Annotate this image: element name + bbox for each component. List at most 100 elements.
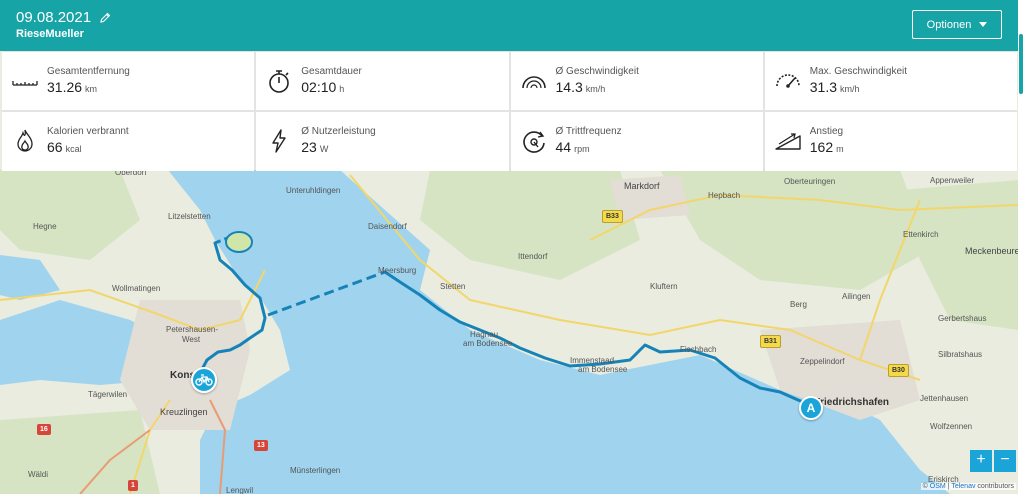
place-label: Appenweiler [930, 176, 975, 185]
stat-value: 66 [47, 139, 63, 155]
stat-label: Gesamtdauer [301, 66, 362, 77]
place-label: West [182, 335, 201, 344]
place-label: Ettenkirch [903, 230, 939, 239]
ruler-icon [12, 81, 38, 86]
place-label: Ailingen [842, 292, 871, 301]
place-label: Münsterlingen [290, 466, 341, 475]
zoom-out-button[interactable]: − [994, 450, 1016, 472]
stat-value: 44 [555, 139, 572, 155]
stat-unit: km/h [585, 84, 606, 94]
place-label: Fischbach [680, 345, 717, 354]
place-label: Lengwil [226, 486, 254, 494]
road-shield: 13 [254, 440, 268, 451]
stat-avg-cadence: Ø Trittfrequenz 44 rpm [510, 112, 763, 171]
place-label: Hepbach [708, 191, 741, 200]
route-end-marker[interactable]: A [799, 396, 823, 420]
stat-incline: Anstieg 162 m [764, 112, 1017, 171]
place-label: Markdorf [624, 181, 660, 191]
place-label: Kluftern [650, 282, 678, 291]
road-shield: 16 [37, 424, 51, 435]
place-label: Ittendorf [518, 252, 548, 261]
stat-unit: km/h [840, 84, 860, 94]
road-shield: 1 [128, 480, 138, 491]
stat-unit: h [339, 84, 345, 94]
ride-title-row: 09.08.2021 [16, 9, 111, 26]
stat-value: 31.26 [47, 79, 83, 95]
place-label: Friedrichshafen [814, 397, 890, 408]
place-label: Meersburg [378, 266, 417, 275]
stat-unit: rpm [574, 144, 590, 154]
ride-stats-grid: Gesamtentfernung 31.26 km Gesamtdauer 02:… [2, 51, 1017, 171]
place-label: Jettenhausen [920, 394, 969, 403]
place-label: Zeppelindorf [800, 357, 845, 366]
speedometer-icon [521, 76, 546, 89]
place-label: Gerbertshaus [938, 314, 987, 323]
osm-link[interactable]: OSM [930, 483, 946, 490]
stopwatch-icon [269, 70, 290, 93]
place-label: Petershausen- [166, 325, 219, 334]
place-label: Oberteuringen [784, 177, 836, 186]
pencil-icon[interactable] [99, 12, 111, 24]
place-label: Stetten [440, 282, 466, 291]
bike-start-marker[interactable] [191, 367, 217, 393]
incline-icon [775, 133, 801, 150]
scrollbar-thumb[interactable] [1019, 34, 1023, 94]
road-shield: B31 [760, 335, 781, 348]
zoom-in-button[interactable]: + [970, 450, 992, 472]
bike-name: RieseMueller [16, 28, 84, 40]
stat-label: Gesamtentfernung [47, 66, 130, 77]
attribution-prefix: © [922, 483, 928, 490]
place-label: Litzelstetten [168, 212, 211, 221]
options-label: Optionen [926, 18, 972, 31]
stat-unit: km [85, 84, 98, 94]
stat-label: Ø Geschwindigkeit [555, 66, 639, 77]
place-label: am Bodensee [578, 365, 628, 374]
stat-calories: Kalorien verbrannt 66 kcal [2, 112, 255, 171]
place-label: Kreuzlingen [160, 407, 208, 417]
stat-value: 14.3 [555, 79, 583, 95]
place-label: Berg [790, 300, 807, 309]
caret-down-icon [979, 22, 988, 27]
stat-max-speed: Max. Geschwindigkeit 31.3 km/h [764, 52, 1017, 110]
stat-avg-power: Ø Nutzerleistung 23 W [256, 112, 509, 171]
place-label: Silbratshaus [938, 350, 983, 359]
place-label: Wolfzennen [930, 422, 973, 431]
stat-label: Anstieg [809, 126, 844, 137]
road-shield: B30 [888, 364, 909, 377]
options-button[interactable]: Optionen [912, 10, 1002, 39]
zoom-controls: + − [970, 450, 1016, 472]
page-scrollbar[interactable] [1018, 0, 1024, 494]
stat-total-distance: Gesamtentfernung 31.26 km [2, 52, 255, 110]
attribution-suffix: contributors [977, 483, 1014, 490]
ride-date: 09.08.2021 [16, 9, 92, 26]
stat-value: 23 [301, 139, 317, 155]
place-label: Tägerwilen [88, 390, 128, 399]
cadence-icon [522, 131, 545, 153]
stat-avg-speed: Ø Geschwindigkeit 14.3 km/h [510, 52, 763, 110]
lightning-icon [272, 129, 286, 153]
road-shield: B33 [602, 210, 623, 223]
ride-header: 09.08.2021 RieseMueller Optionen [0, 0, 1018, 51]
place-label: Immenstaad [570, 356, 615, 365]
stat-total-duration: Gesamtdauer 02:10 h [256, 52, 509, 110]
stat-value: 02:10 [301, 79, 337, 95]
stat-label: Kalorien verbrannt [47, 126, 129, 137]
stat-label: Ø Trittfrequenz [555, 126, 622, 137]
stat-unit: m [836, 144, 844, 154]
stat-label: Ø Nutzerleistung [301, 126, 376, 137]
place-label: am Bodensee [463, 339, 513, 348]
stat-label: Max. Geschwindigkeit [809, 66, 908, 77]
attribution-separator: | [947, 483, 950, 490]
place-label: Daisendorf [368, 222, 407, 231]
place-label: Hagnau [470, 330, 499, 339]
bicycle-icon [195, 374, 213, 386]
max-speedometer-icon [775, 74, 800, 88]
place-label: Meckenbeuren [965, 246, 1024, 256]
flame-icon [17, 129, 33, 152]
place-label: Unteruhldingen [286, 186, 341, 195]
stat-value: 162 [809, 139, 834, 155]
stat-unit: kcal [65, 144, 82, 154]
telenav-link[interactable]: Telenav [951, 483, 975, 490]
place-label: Hegne [33, 222, 57, 231]
map-attribution: © OSM | Telenav contributors [920, 483, 1016, 490]
